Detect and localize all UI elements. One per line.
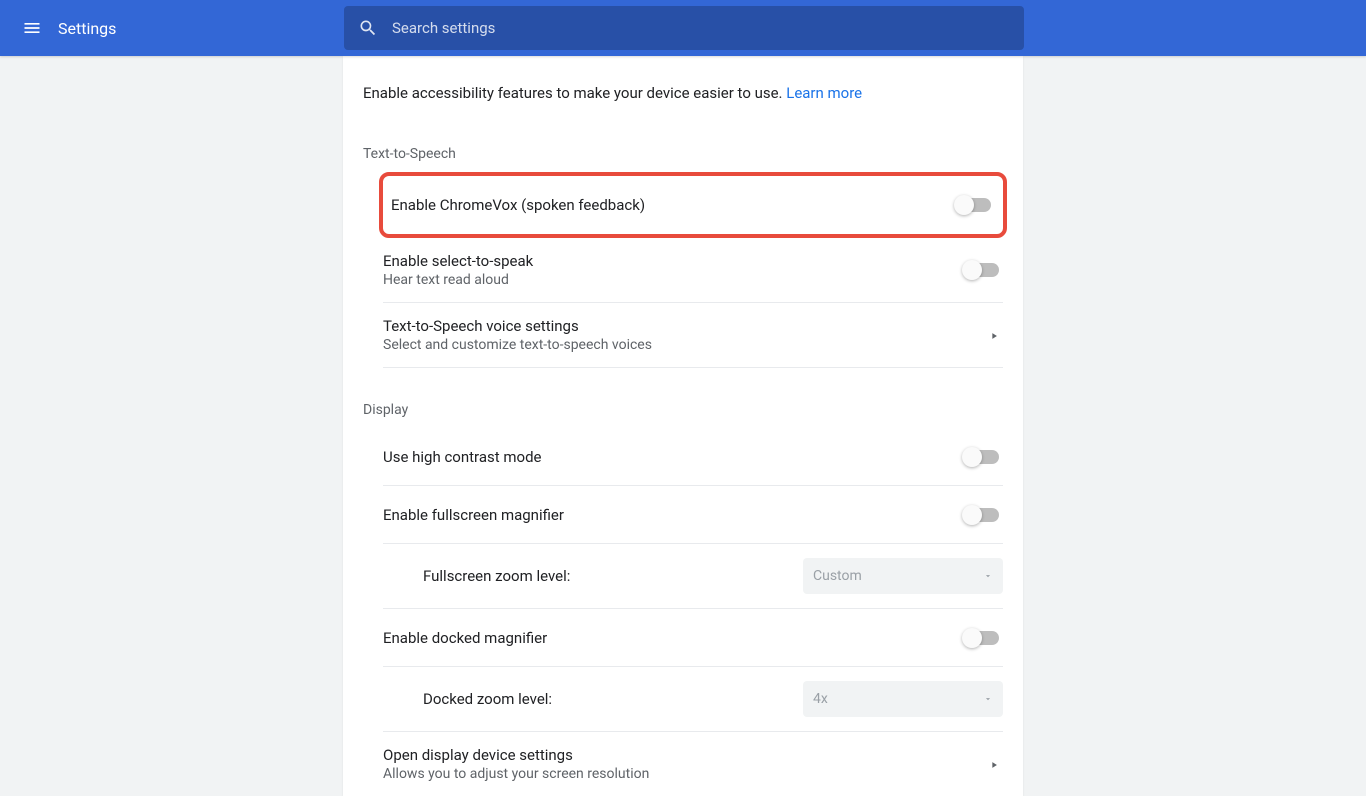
section-label-display: Display xyxy=(343,368,1023,428)
topbar: Settings xyxy=(0,0,1366,56)
page-title: Settings xyxy=(58,19,116,38)
row-fullscreen-zoom: Fullscreen zoom level: Custom xyxy=(383,544,1003,609)
voice-settings-title: Text-to-Speech voice settings xyxy=(383,317,989,335)
select-to-speak-sub: Hear text read aloud xyxy=(383,272,965,288)
page-body: Enable accessibility features to make yo… xyxy=(0,56,1366,796)
row-chromevox[interactable]: Enable ChromeVox (spoken feedback) xyxy=(383,176,1003,234)
high-contrast-title: Use high contrast mode xyxy=(383,448,965,466)
hamburger-icon xyxy=(22,18,42,38)
learn-more-link[interactable]: Learn more xyxy=(786,84,862,102)
chevron-right-icon xyxy=(989,755,999,774)
select-to-speak-toggle[interactable] xyxy=(965,263,999,277)
chromevox-toggle[interactable] xyxy=(957,198,991,212)
row-voice-settings[interactable]: Text-to-Speech voice settings Select and… xyxy=(383,303,1003,368)
chevron-down-icon xyxy=(983,571,993,581)
open-display-title: Open display device settings xyxy=(383,746,989,764)
open-display-sub: Allows you to adjust your screen resolut… xyxy=(383,766,989,782)
menu-button[interactable] xyxy=(12,8,52,48)
row-high-contrast[interactable]: Use high contrast mode xyxy=(383,428,1003,486)
chevron-right-icon xyxy=(989,326,999,345)
chevron-down-icon xyxy=(983,694,993,704)
row-docked-magnifier[interactable]: Enable docked magnifier xyxy=(383,609,1003,667)
search-box[interactable] xyxy=(344,6,1024,50)
fullscreen-mag-title: Enable fullscreen magnifier xyxy=(383,506,965,524)
fullscreen-zoom-title: Fullscreen zoom level: xyxy=(383,567,803,585)
select-to-speak-title: Enable select-to-speak xyxy=(383,252,965,270)
docked-mag-title: Enable docked magnifier xyxy=(383,629,965,647)
fullscreen-zoom-value: Custom xyxy=(813,568,862,584)
docked-mag-toggle[interactable] xyxy=(965,631,999,645)
docked-zoom-title: Docked zoom level: xyxy=(383,690,803,708)
chromevox-title: Enable ChromeVox (spoken feedback) xyxy=(391,196,957,214)
docked-zoom-select[interactable]: 4x xyxy=(803,681,1003,717)
high-contrast-toggle[interactable] xyxy=(965,450,999,464)
fullscreen-mag-toggle[interactable] xyxy=(965,508,999,522)
settings-card: Enable accessibility features to make yo… xyxy=(343,56,1023,796)
intro-sentence: Enable accessibility features to make yo… xyxy=(363,84,786,102)
row-fullscreen-magnifier[interactable]: Enable fullscreen magnifier xyxy=(383,486,1003,544)
search-input[interactable] xyxy=(392,19,1010,37)
row-select-to-speak[interactable]: Enable select-to-speak Hear text read al… xyxy=(383,238,1003,303)
intro-text: Enable accessibility features to make yo… xyxy=(343,56,1023,112)
section-label-tts: Text-to-Speech xyxy=(343,112,1023,172)
fullscreen-zoom-select[interactable]: Custom xyxy=(803,558,1003,594)
row-docked-zoom: Docked zoom level: 4x xyxy=(383,667,1003,732)
docked-zoom-value: 4x xyxy=(813,691,828,707)
search-icon xyxy=(358,18,378,38)
voice-settings-sub: Select and customize text-to-speech voic… xyxy=(383,337,989,353)
row-open-display[interactable]: Open display device settings Allows you … xyxy=(383,732,1003,796)
highlight-chromevox: Enable ChromeVox (spoken feedback) xyxy=(379,172,1007,238)
